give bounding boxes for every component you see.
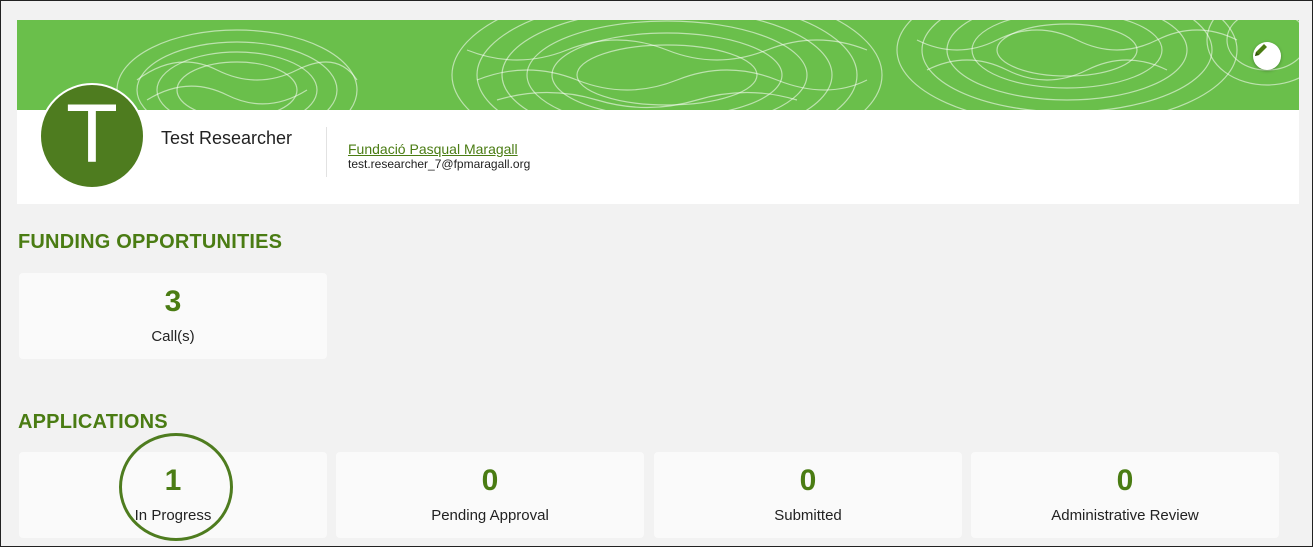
in-progress-label: In Progress [134, 507, 212, 524]
pending-approval-count: 0 [481, 464, 499, 497]
funding-section-title: FUNDING OPPORTUNITIES [18, 231, 283, 253]
in-progress-count: 1 [164, 464, 182, 497]
profile-banner [17, 20, 1299, 110]
pencil-icon [1255, 44, 1267, 56]
edit-profile-button[interactable] [1253, 42, 1281, 70]
profile-divider [326, 127, 327, 177]
avatar-letter: T [68, 91, 116, 181]
submitted-label: Submitted [774, 507, 842, 524]
in-progress-card[interactable]: 1 In Progress [19, 452, 327, 538]
user-name: Test Researcher [161, 128, 293, 148]
avatar: T [39, 83, 145, 189]
administrative-review-count: 0 [1116, 464, 1134, 497]
submitted-card[interactable]: 0 Submitted [654, 452, 962, 538]
profile-card: T Test Researcher Fundació Pasqual Marag… [17, 20, 1299, 204]
calls-label: Call(s) [151, 328, 195, 345]
pending-approval-card[interactable]: 0 Pending Approval [336, 452, 644, 538]
calls-card[interactable]: 3 Call(s) [19, 273, 327, 359]
pending-approval-label: Pending Approval [431, 507, 549, 524]
administrative-review-card[interactable]: 0 Administrative Review [971, 452, 1279, 538]
organization-link[interactable]: Fundació Pasqual Maragall [348, 141, 518, 157]
dashboard-frame: T Test Researcher Fundació Pasqual Marag… [0, 0, 1313, 547]
submitted-count: 0 [799, 464, 817, 497]
calls-count: 3 [164, 285, 182, 318]
applications-section-title: APPLICATIONS [18, 411, 168, 433]
user-email: test.researcher_7@fpmaragall.org [348, 157, 531, 171]
administrative-review-label: Administrative Review [1051, 507, 1199, 524]
brain-pattern-graphic [116, 20, 1299, 110]
